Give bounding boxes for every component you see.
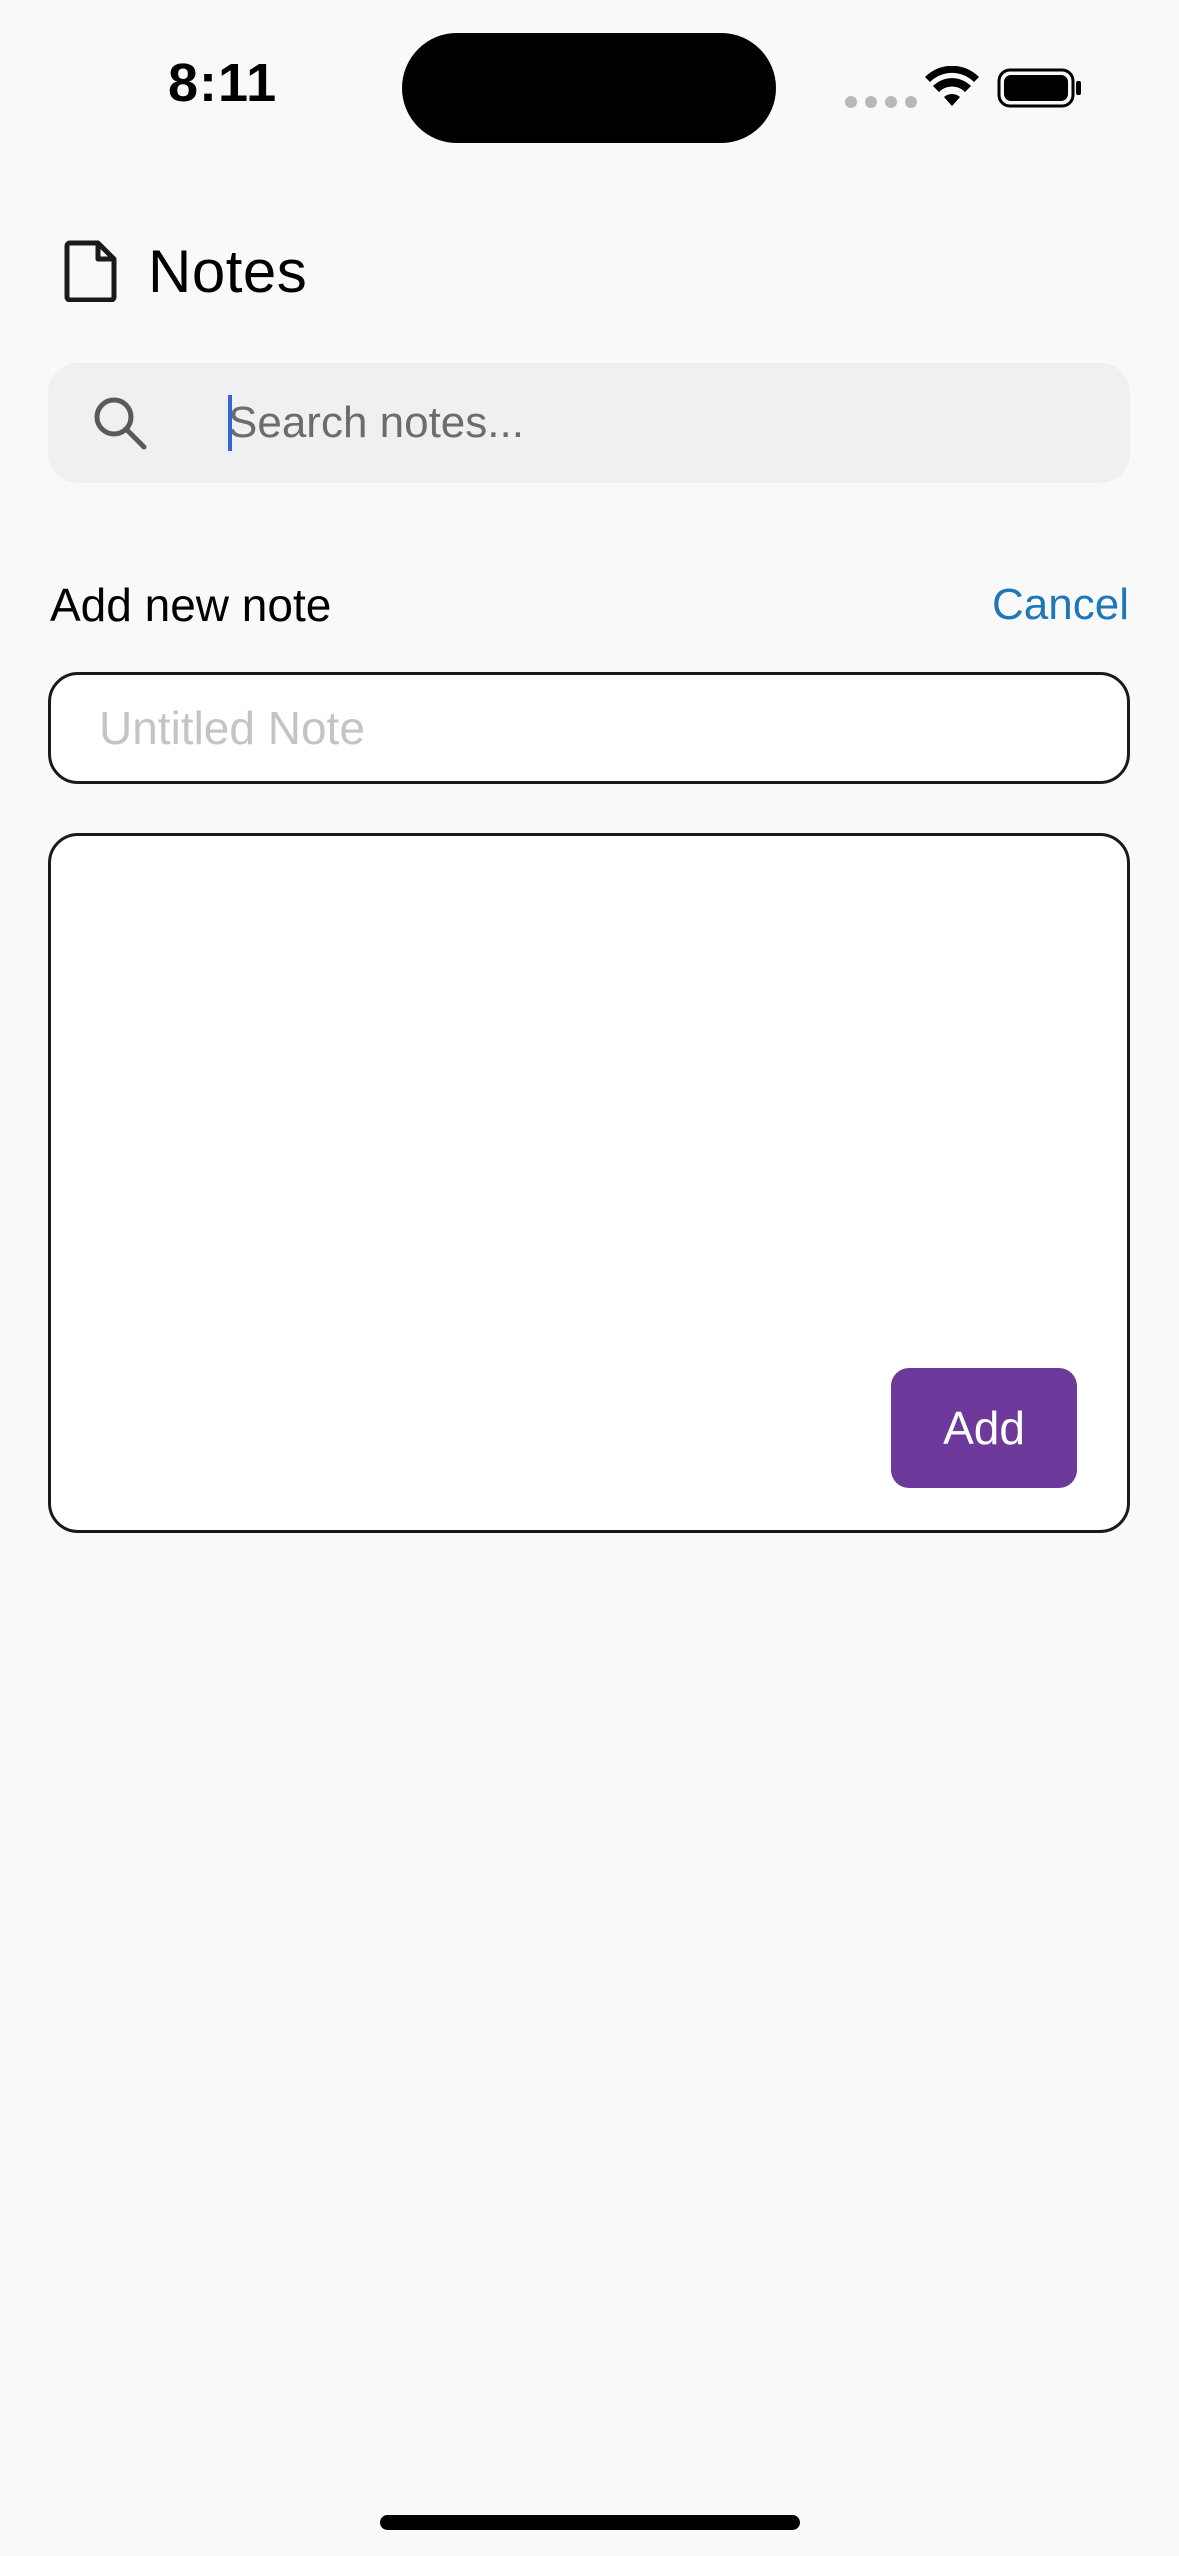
search-icon — [94, 397, 147, 450]
note-body-container: Add — [48, 833, 1130, 1533]
status-bar: 8:11 — [0, 0, 1179, 160]
cancel-button[interactable]: Cancel — [992, 580, 1129, 630]
wifi-icon — [925, 66, 979, 106]
search-input[interactable] — [228, 363, 1088, 483]
text-cursor — [228, 395, 232, 451]
add-note-heading: Add new note — [50, 579, 332, 631]
cellular-signal-icon — [845, 96, 917, 108]
status-time: 8:11 — [168, 53, 278, 113]
note-title-input[interactable] — [48, 672, 1130, 784]
add-note-button[interactable]: Add — [891, 1368, 1077, 1488]
home-indicator[interactable] — [380, 2515, 800, 2530]
search-bar[interactable] — [48, 363, 1130, 483]
battery-icon — [997, 68, 1081, 108]
document-icon — [64, 240, 117, 302]
page-title: Notes — [148, 237, 308, 305]
dynamic-island — [402, 33, 776, 143]
note-body-input[interactable] — [81, 866, 1101, 1370]
app-header: Notes — [64, 236, 307, 306]
